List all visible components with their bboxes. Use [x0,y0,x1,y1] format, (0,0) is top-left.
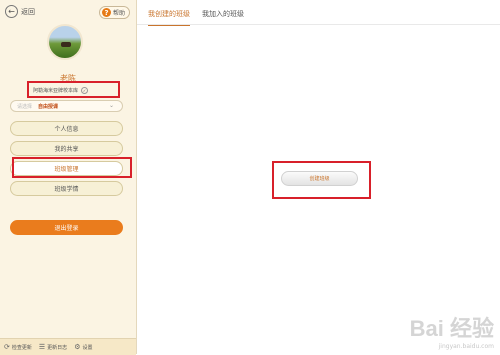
help-button[interactable]: ? 帮助 [99,6,130,19]
select-label: 请选择 [17,103,33,110]
watermark-logo: Bai 经验 [409,316,494,341]
footer-label: 更新日志 [47,344,68,351]
footer-label: 检查更新 [11,344,32,351]
avatar[interactable] [47,24,83,60]
nav-label: 个人信息 [54,126,79,133]
arrow-left-icon: ← [5,5,18,18]
highlight-box [272,161,371,199]
sidebar-footer: ⟳ 检查更新 ☰ 更新日志 ⚙ 设置 [0,338,136,355]
logout-label: 退出登录 [54,225,79,232]
nav-personal-info[interactable]: 个人信息 [10,121,123,136]
footer-label: 设置 [82,344,93,351]
mode-select[interactable]: 请选择 自由授课 ⌄ [10,100,123,112]
nav-class-learning[interactable]: 班级学情 [10,181,123,196]
tab-divider [137,24,500,25]
help-label: 帮助 [113,10,126,17]
refresh-icon: ⟳ [4,343,10,351]
watermark-url: jingyan.baidu.com [438,343,494,350]
gear-icon: ⚙ [74,343,81,351]
highlight-box [27,81,120,98]
highlight-box [12,157,132,178]
back-label: 返回 [21,7,35,16]
tab-label: 我加入的班级 [202,10,244,18]
watermark: Bai 经验 jingyan.baidu.com [410,311,494,350]
list-icon: ☰ [38,343,46,351]
tab-label: 我创建的班级 [148,10,190,18]
logout-button[interactable]: 退出登录 [10,220,123,235]
avatar-image [61,42,71,47]
question-icon: ? [102,8,111,17]
select-value: 自由授课 [38,103,59,110]
chevron-down-icon: ⌄ [108,102,114,109]
nav-label: 班级学情 [54,186,79,193]
nav-label: 我的共享 [54,146,79,153]
back-button[interactable]: ← 返回 [5,5,35,18]
settings-button[interactable]: ⚙ 设置 [74,343,92,351]
nav-my-share[interactable]: 我的共享 [10,141,123,156]
update-log-button[interactable]: ☰ 更新日志 [39,343,67,351]
sidebar: ← 返回 ? 帮助 老陈 阿勒海米亚牌校本库 ✓ 请选择 自由授课 ⌄ 个人信息… [0,0,137,355]
check-update-button[interactable]: ⟳ 检查更新 [4,343,32,351]
